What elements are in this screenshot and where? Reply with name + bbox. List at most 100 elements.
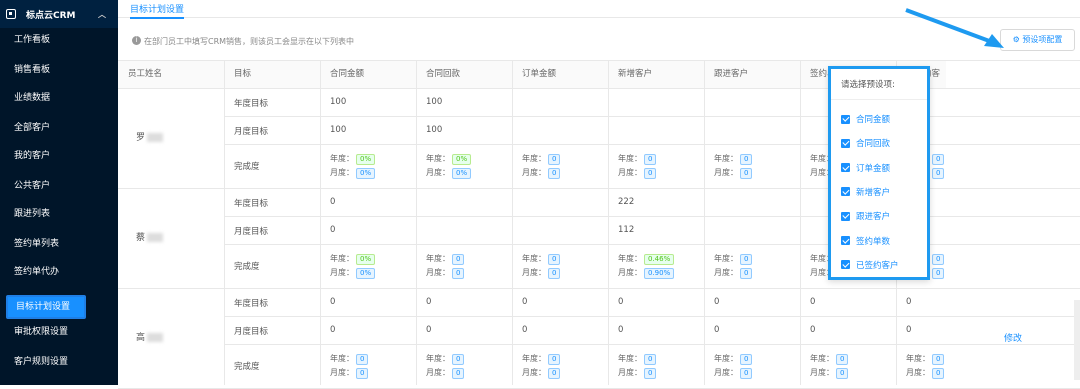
name-blur xyxy=(147,233,164,242)
completion-label: 月度： xyxy=(330,368,354,377)
completion-badge: 0 xyxy=(932,154,945,165)
checkbox-checked-icon[interactable] xyxy=(841,236,850,245)
sidebar-item[interactable]: 业绩数据 xyxy=(0,86,118,110)
target-value[interactable]: 0 xyxy=(608,297,623,307)
table-header: 目标 xyxy=(224,60,320,88)
completion-label: 年度： xyxy=(426,354,450,363)
completion-badge: 0.46% xyxy=(644,254,675,265)
completion-badge: 0.90% xyxy=(644,268,675,279)
preset-option[interactable]: 新增客户 xyxy=(841,186,890,198)
row-divider xyxy=(224,316,1080,317)
preset-option[interactable]: 合同回款 xyxy=(841,137,890,149)
completion-cell: 年度： 0% 月度： 0% xyxy=(320,252,376,280)
completion-line: 年度：0 xyxy=(522,252,561,266)
completion-badge: 0% xyxy=(356,254,376,265)
target-value[interactable]: 0 xyxy=(800,297,815,307)
target-value[interactable]: 0 xyxy=(416,297,431,307)
completion-cell: 年度：0月度：0 xyxy=(512,152,561,180)
completion-label: 年度： xyxy=(522,154,546,163)
target-value[interactable]: 0 xyxy=(416,325,431,335)
completion-line: 年度：0 xyxy=(714,252,753,266)
target-value[interactable]: 0 xyxy=(704,297,719,307)
scrollbar[interactable] xyxy=(1074,300,1080,380)
checkbox-checked-icon[interactable] xyxy=(841,187,850,197)
sidebar-item[interactable]: 签约单代办 xyxy=(0,260,118,284)
sidebar-header[interactable]: 标点云CRM ︿ xyxy=(0,0,118,28)
sidebar-item[interactable]: 销售看板 xyxy=(0,58,118,82)
preset-option[interactable]: 签约单数 xyxy=(841,235,890,247)
checkbox-checked-icon[interactable] xyxy=(841,114,850,124)
row-divider xyxy=(118,288,1080,289)
completion-badge: 0 xyxy=(452,368,465,379)
sidebar-item[interactable]: 跟进列表 xyxy=(0,202,118,226)
completion-label: 月度： xyxy=(330,268,354,277)
target-value[interactable]: 100 xyxy=(416,97,442,107)
completion-line: 年度：0 xyxy=(330,352,369,366)
checkbox-checked-icon[interactable] xyxy=(841,260,850,270)
target-value[interactable]: 0 xyxy=(512,325,527,335)
column-divider xyxy=(320,60,321,385)
target-value[interactable]: 0 xyxy=(320,225,335,235)
target-value[interactable]: 0 xyxy=(704,325,719,335)
preset-option-label: 新增客户 xyxy=(856,187,891,198)
target-value[interactable]: 100 xyxy=(320,97,346,107)
completion-badge: 0 xyxy=(644,368,657,379)
target-value[interactable]: 0 xyxy=(800,325,815,335)
row-divider xyxy=(224,116,1080,117)
completion-line: 年度：0 xyxy=(426,252,465,266)
sidebar-item[interactable]: 我的客户 xyxy=(0,144,118,168)
completion-line: 月度： 0.90% xyxy=(618,266,675,280)
preset-option-label: 合同金额 xyxy=(856,115,891,125)
sidebar-item[interactable]: 审批权限设置 xyxy=(0,320,118,344)
target-value[interactable]: 100 xyxy=(320,125,346,135)
tab-target-plan[interactable]: 目标计划设置 xyxy=(130,2,185,19)
target-value[interactable]: 112 xyxy=(608,225,634,235)
preset-option[interactable]: 已签约客户 xyxy=(841,259,899,271)
sidebar-item[interactable]: 签约单列表 xyxy=(0,232,118,256)
table-header: 员工姓名 xyxy=(118,60,224,88)
preset-option[interactable]: 跟进客户 xyxy=(841,210,890,222)
completion-label: 年度： xyxy=(330,254,354,263)
row-label-monthly: 月度目标 xyxy=(234,127,269,137)
completion-badge: 0 xyxy=(356,354,369,365)
sidebar-item[interactable]: 工作看板 xyxy=(0,28,118,52)
target-value[interactable]: 0 xyxy=(608,325,623,335)
preset-option[interactable]: 合同金额 xyxy=(841,113,890,125)
checkbox-checked-icon[interactable] xyxy=(841,138,850,148)
main-content: 目标计划设置 i 在部门员工中填写CRM销售，则该员工会显示在以下列表中 ⚙ 预… xyxy=(118,0,1080,389)
sidebar-item[interactable]: 全部客户 xyxy=(0,116,118,140)
target-value[interactable]: 0 xyxy=(512,297,527,307)
checkbox-checked-icon[interactable] xyxy=(841,163,850,173)
table-header: 订单金额 xyxy=(512,60,608,88)
target-value[interactable]: 0 xyxy=(320,325,335,335)
completion-badge: 0 xyxy=(836,354,849,365)
target-value[interactable]: 0 xyxy=(320,297,335,307)
completion-line: 月度：0 xyxy=(426,266,465,280)
column-divider xyxy=(608,60,609,385)
edit-link[interactable]: 修改 xyxy=(1004,331,1022,344)
table-header: 跟进客户 xyxy=(704,60,800,88)
table-header: 新增客户 xyxy=(608,60,704,88)
target-value[interactable]: 0 xyxy=(896,325,911,335)
completion-label: 月度： xyxy=(810,368,834,377)
completion-label: 月度： xyxy=(906,368,930,377)
target-value[interactable]: 222 xyxy=(608,197,634,207)
completion-badge: 0 xyxy=(644,354,657,365)
completion-badge: 0 xyxy=(740,168,753,179)
completion-line: 年度：0 xyxy=(522,152,561,166)
sidebar-item[interactable]: 公共客户 xyxy=(0,174,118,198)
completion-badge: 0 xyxy=(644,154,657,165)
target-value[interactable]: 100 xyxy=(416,125,442,135)
chevron-up-icon[interactable]: ︿ xyxy=(98,9,106,20)
target-value[interactable]: 0 xyxy=(320,197,335,207)
sidebar-item[interactable]: 客户规则设置 xyxy=(0,350,118,374)
preset-option[interactable]: 订单金额 xyxy=(841,162,890,174)
completion-line: 年度： 0% xyxy=(426,152,472,166)
completion-line: 月度：0 xyxy=(906,366,945,380)
completion-line: 月度：0 xyxy=(522,266,561,280)
checkbox-checked-icon[interactable] xyxy=(841,211,850,221)
row-divider xyxy=(118,188,1080,189)
completion-line: 年度：0 xyxy=(906,352,945,366)
target-value[interactable]: 0 xyxy=(896,297,911,307)
sidebar-item[interactable]: 目标计划设置 xyxy=(6,295,86,319)
